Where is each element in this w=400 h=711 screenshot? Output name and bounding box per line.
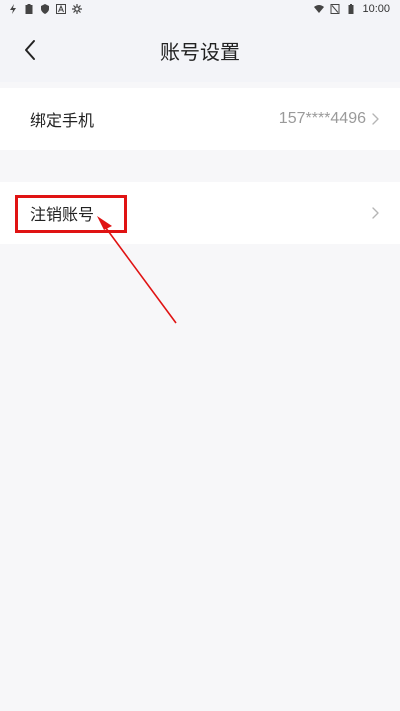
- header: 账号设置: [0, 18, 400, 82]
- gear-icon: [72, 4, 82, 14]
- status-time: 10:00: [362, 3, 390, 15]
- bind-phone-label: 绑定手机: [30, 111, 95, 130]
- chevron-right-icon: [372, 113, 379, 125]
- shield-icon: [41, 4, 49, 14]
- wifi-icon: [314, 5, 325, 13]
- lightning-icon: [10, 4, 16, 14]
- clipboard-icon: [25, 4, 33, 14]
- cancel-account-label: 注销账号: [30, 205, 95, 224]
- bind-phone-value: 157****4496: [278, 110, 366, 127]
- status-right-icons: 10:00: [314, 3, 390, 15]
- battery-icon: [348, 4, 354, 14]
- cancel-account-row[interactable]: 注销账号: [0, 182, 400, 244]
- cancel-account-right: [370, 206, 380, 220]
- a-icon: [56, 4, 66, 14]
- status-bar: 10:00: [0, 0, 400, 18]
- signal-off-icon: [330, 4, 340, 14]
- bind-phone-right: 157****4496: [279, 110, 380, 128]
- bind-phone-row[interactable]: 绑定手机 157****4496: [0, 88, 400, 150]
- chevron-right-icon: [372, 207, 379, 219]
- page-title: 账号设置: [160, 40, 240, 64]
- status-left-icons: [8, 4, 82, 14]
